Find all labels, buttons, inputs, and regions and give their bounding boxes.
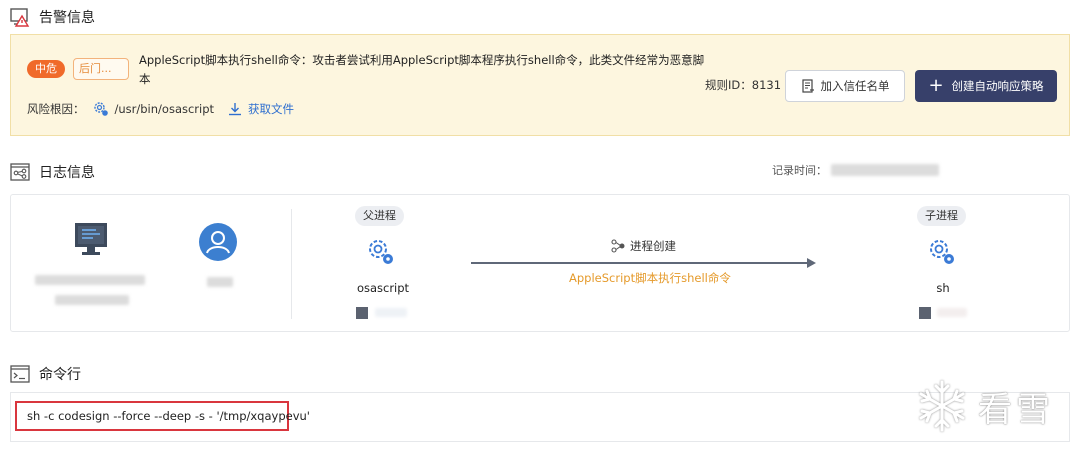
panel-divider [291, 209, 292, 319]
parent-process-pill: 父进程 [355, 206, 404, 226]
risk-root-row: 风险根因： /usr/bin/osascript 获取文件 [27, 101, 294, 117]
child-process-pill: 子进程 [917, 206, 966, 226]
process-create-text: 进程创建 [630, 239, 676, 253]
redacted-timestamp [831, 164, 939, 176]
risk-root-label: 风险根因： [27, 102, 85, 116]
record-time-label: 记录时间： [772, 164, 827, 177]
add-trust-list-label: 加入信任名单 [820, 79, 890, 93]
redacted-host-ip [55, 295, 129, 305]
user-avatar-icon[interactable] [199, 223, 237, 261]
add-trust-list-button[interactable]: 加入信任名单 [785, 70, 905, 102]
log-section-header: 日志信息 [10, 162, 95, 182]
process-create-icon [611, 239, 625, 253]
process-edge-line [471, 262, 811, 264]
process-gear-icon [93, 102, 108, 116]
log-section-title: 日志信息 [39, 165, 95, 181]
command-section-header: 命令行 [10, 364, 81, 384]
process-edge-arrowhead [807, 258, 816, 268]
severity-tag: 中危 [27, 60, 65, 78]
create-auto-response-label: 创建自动响应策略 [951, 79, 1044, 93]
plus-icon: + [928, 75, 944, 96]
watermark: 看雪 [914, 378, 1054, 434]
redacted-child-pid [937, 308, 967, 317]
command-line-text[interactable]: sh -c codesign --force --deep -s - '/tmp… [15, 401, 310, 431]
create-auto-response-button[interactable]: + 创建自动响应策略 [915, 70, 1057, 102]
redacted-username [207, 277, 233, 287]
process-create-label: 进程创建 [611, 238, 676, 254]
parent-process-gear-icon[interactable] [366, 237, 396, 267]
process-edge-sublabel: AppleScript脚本执行shell命令 [569, 271, 731, 285]
alert-description: AppleScript脚本执行shell命令：攻击者尝试利用AppleScrip… [139, 53, 705, 86]
host-computer-icon[interactable] [73, 221, 109, 257]
log-graph-icon [10, 163, 30, 181]
rule-id: 规则ID：8131 [705, 78, 782, 92]
snowflake-logo-icon [919, 380, 965, 432]
category-tag[interactable]: 后门... [73, 58, 129, 80]
command-panel: sh -c codesign --force --deep -s - '/tmp… [10, 392, 1070, 442]
command-section-title: 命令行 [39, 367, 81, 383]
child-process-name: sh [936, 281, 950, 295]
parent-process-marker [356, 307, 368, 319]
alert-section-header: 告警信息 [10, 7, 95, 27]
alert-monitor-icon [10, 8, 30, 27]
download-icon[interactable] [228, 102, 242, 116]
child-process-gear-icon[interactable] [927, 237, 957, 267]
get-file-link[interactable]: 获取文件 [248, 101, 294, 117]
record-time: 记录时间： [772, 162, 939, 178]
alert-box: 中危 后门... AppleScript脚本执行shell命令：攻击者尝试利用A… [10, 34, 1070, 136]
redacted-parent-pid [375, 308, 407, 317]
redacted-hostname [35, 275, 145, 285]
document-list-icon [801, 79, 814, 93]
child-process-marker [919, 307, 931, 319]
risk-root-path: /usr/bin/osascript [114, 102, 215, 116]
terminal-icon [10, 365, 30, 383]
watermark-text: 看雪 [978, 389, 1054, 430]
parent-process-name: osascript [356, 281, 410, 295]
log-panel: 父进程 osascript 进程创建 AppleScript脚本执行shell命… [10, 194, 1070, 332]
alert-section-title: 告警信息 [39, 10, 95, 26]
